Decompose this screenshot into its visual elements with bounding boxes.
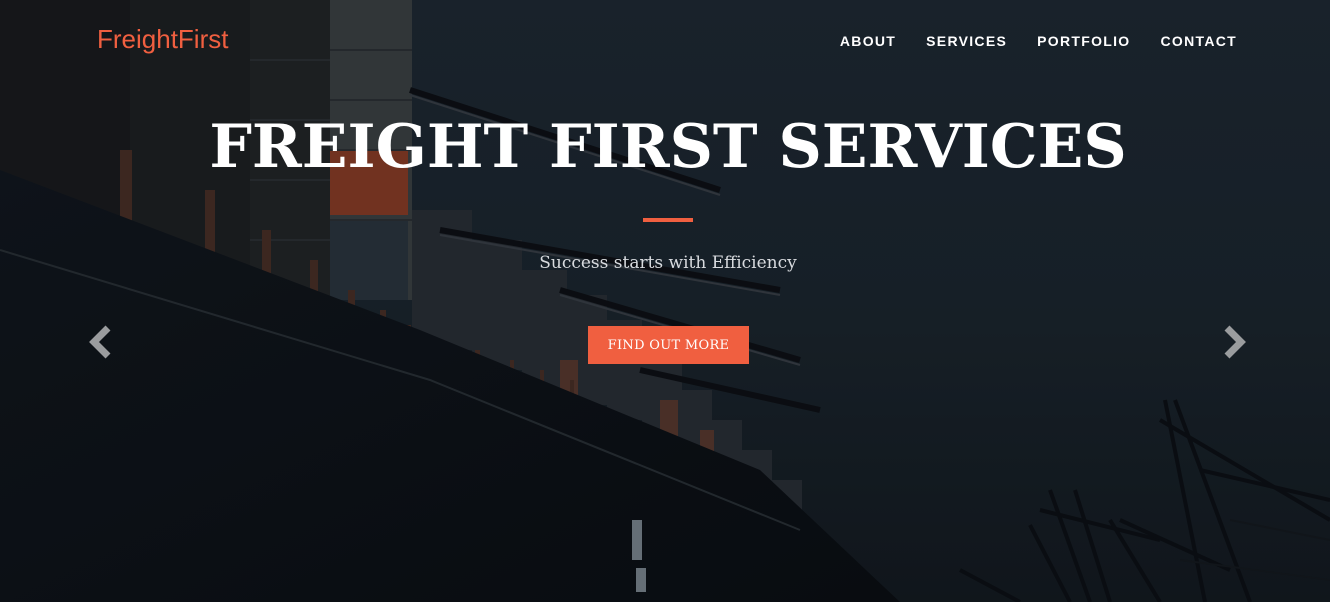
hero-overlay [0,0,1330,602]
chevron-right-icon [1224,325,1246,359]
nav-link-services[interactable]: SERVICES [926,33,1007,49]
main-nav: ABOUT SERVICES PORTFOLIO CONTACT [840,33,1237,49]
nav-link-portfolio[interactable]: PORTFOLIO [1037,33,1130,49]
nav-link-about[interactable]: ABOUT [840,33,896,49]
nav-link-contact[interactable]: CONTACT [1161,33,1238,49]
brand-logo[interactable]: FreightFirst [97,24,228,55]
carousel-next-button[interactable] [1219,322,1249,362]
carousel-prev-button[interactable] [86,322,116,362]
title-divider [643,218,693,222]
hero-title: FREIGHT FIRST SERVICES [209,112,1127,182]
find-out-more-button[interactable]: FIND OUT MORE [588,326,749,364]
hero-subtitle: Success starts with Efficiency [539,253,797,273]
hero-carousel: FreightFirst ABOUT SERVICES PORTFOLIO CO… [0,0,1330,602]
chevron-left-icon [89,325,111,359]
